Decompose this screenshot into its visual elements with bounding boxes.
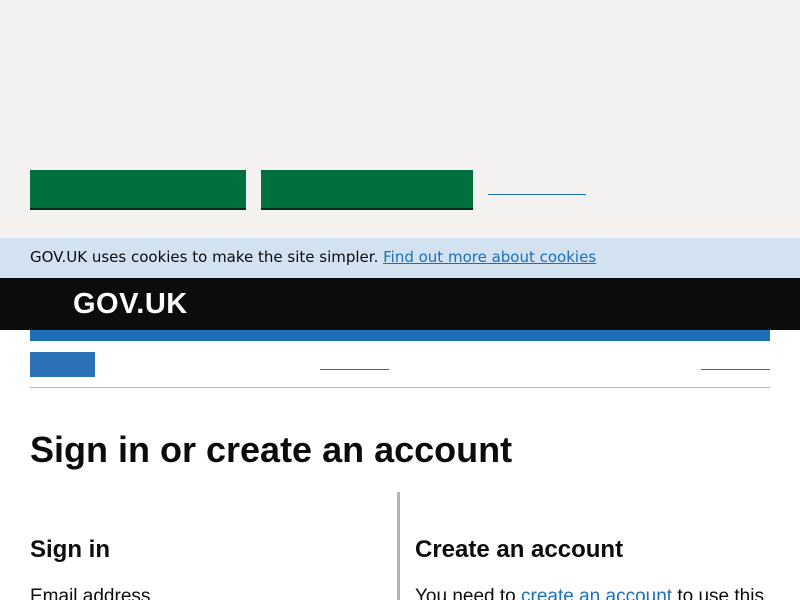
nav-primary-item[interactable]	[30, 352, 95, 377]
nav-link[interactable]	[320, 369, 389, 370]
column-divider	[397, 492, 400, 600]
sign-in-heading: Sign in	[30, 536, 110, 563]
create-account-text-after: to use this	[677, 586, 764, 600]
cookie-message-text: GOV.UK uses cookies to make the site sim…	[30, 247, 596, 267]
accept-cookies-button[interactable]	[30, 170, 246, 208]
cookie-banner-panel	[0, 0, 800, 238]
create-account-heading: Create an account	[415, 536, 624, 563]
cookie-info-link[interactable]: Find out more about cookies	[383, 248, 596, 266]
header-blue-bar	[30, 330, 770, 341]
page-title: Sign in or create an account	[30, 429, 513, 470]
view-cookies-link[interactable]	[488, 194, 586, 195]
create-account-text-before: You need to	[415, 586, 516, 600]
section-divider	[30, 387, 770, 388]
govuk-logo[interactable]: GOV.UK	[73, 288, 188, 320]
reject-cookies-button[interactable]	[261, 170, 473, 208]
create-account-text: You need to create an account to use thi…	[415, 585, 764, 600]
cookie-text: GOV.UK uses cookies to make the site sim…	[30, 248, 379, 266]
create-account-link[interactable]: create an account	[521, 586, 672, 600]
nav-link[interactable]	[701, 369, 770, 370]
site-header: GOV.UK	[0, 278, 800, 330]
cookie-message: GOV.UK uses cookies to make the site sim…	[0, 238, 800, 278]
email-field-label: Email address	[30, 586, 151, 600]
